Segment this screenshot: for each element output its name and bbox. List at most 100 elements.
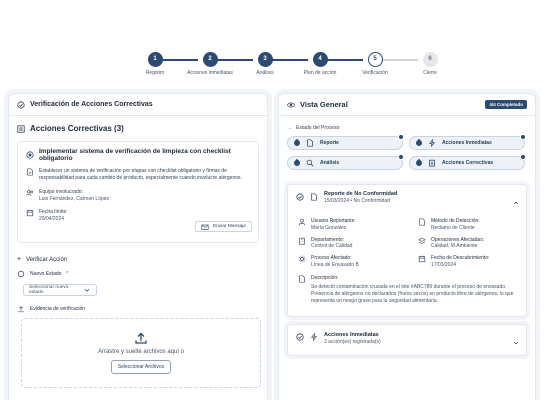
chevron-down-icon: [83, 286, 91, 294]
step-number: 5: [367, 52, 383, 67]
corrective-action-card: Implementar sistema de verificación de l…: [17, 141, 259, 243]
arrow-right-icon: →: [287, 125, 292, 131]
field-label: Fecha de Descubrimiento:: [431, 255, 490, 261]
plus-icon: +: [17, 256, 22, 263]
process-state-label: Estado del Proceso: [296, 125, 340, 131]
field-fecha-descubrimiento: Fecha de Descubrimiento: 17/03/2024: [418, 255, 528, 269]
users-icon: [26, 189, 34, 197]
deadline-label: Fecha límite:: [39, 209, 68, 215]
marker-icon: [292, 158, 302, 168]
new-state-label-row: Nuevo Estado *: [17, 270, 259, 278]
verify-action-title: Verificar Acción: [26, 256, 68, 263]
action-description: Establecer un sistema de verificación po…: [26, 168, 250, 183]
chip-label: Reporte: [320, 140, 339, 146]
chip-analisis[interactable]: Análisis: [287, 154, 404, 170]
evidence-label: Evidencia de verificación: [30, 306, 86, 312]
process-state-label-row: → Estado del Proceso: [287, 125, 527, 131]
field-departamento: Departamento: Control de Calidad: [298, 237, 418, 251]
chip-reporte[interactable]: Reporte: [287, 134, 404, 150]
step-analisis[interactable]: 3 Análisis: [240, 52, 290, 76]
new-state-label: Nuevo Estado: [30, 271, 62, 277]
evidence-label-row: Evidencia de verificación: [17, 305, 259, 313]
field-value: Control de Calidad: [311, 243, 353, 250]
step-number: 6: [422, 52, 438, 67]
field-label: Operaciones Afectadas:: [431, 236, 485, 243]
calendar-icon: [26, 209, 34, 217]
calendar-icon: [418, 255, 426, 263]
mail-icon: [201, 223, 209, 231]
chip-acciones-inmediatas[interactable]: Acciones Inmediatas: [409, 134, 526, 150]
document-icon: [418, 218, 426, 226]
select-placeholder: Seleccionar nuevo estado: [29, 285, 69, 295]
document-icon: [298, 274, 306, 283]
step-number: 2: [202, 52, 218, 67]
target-icon: [26, 151, 34, 159]
field-label: Método de Detección:: [431, 218, 480, 224]
team-label: Equipo involucrado:: [39, 188, 83, 195]
building-icon: [298, 237, 306, 245]
step-number: 1: [147, 52, 163, 67]
field-label: Proceso Afectado:: [311, 255, 352, 261]
send-message-label: Enviar Mensaje: [212, 224, 246, 229]
dropzone-text: Arrastre y suelte archivos aquí o: [97, 349, 185, 355]
chip-label: Acciones Correctivas: [442, 160, 494, 166]
step-acciones-inmediatas[interactable]: 2 Acciones inmediatas: [185, 52, 235, 76]
panel-header: Verificación de Acciones Correctivas: [9, 94, 267, 116]
report-card[interactable]: Reporte de No Conformidad 15/03/2024 • N…: [287, 184, 527, 317]
field-usuario-reportante: Usuario Reportante: María González: [298, 218, 418, 232]
step-cierre[interactable]: 6 Cierre: [405, 52, 455, 76]
document-icon: [310, 193, 318, 201]
select-files-button[interactable]: Seleccionar Archivos: [110, 360, 172, 374]
action-description-text: Establecer un sistema de verificación po…: [39, 168, 242, 182]
step-number: 4: [312, 52, 328, 67]
chip-label: Análisis: [320, 160, 340, 166]
upload-icon: [134, 331, 148, 345]
immediate-actions-card[interactable]: Acciones Inmediatas 3 acción(es) registr…: [287, 324, 527, 356]
report-header: Reporte de No Conformidad 15/03/2024 • N…: [296, 191, 518, 204]
chevron-up-icon[interactable]: [513, 193, 519, 205]
field-label: Usuario Reportante:: [311, 218, 356, 224]
panel-header: Vista General 4/4 Completado: [279, 94, 535, 116]
description-text: Se detectó contaminación cruzada en el l…: [311, 283, 514, 305]
immediate-actions-subtitle: 3 acción(es) registrada(s): [324, 339, 381, 345]
upload-icon: [17, 305, 25, 313]
completion-badge: 4/4 Completado: [485, 100, 527, 109]
search-icon: [306, 159, 314, 167]
required-mark: *: [66, 271, 69, 277]
step-label: Plan de acción: [303, 70, 337, 76]
chip-acciones-correctivas[interactable]: Acciones Correctivas: [409, 154, 526, 170]
clipboard-icon: [428, 159, 436, 167]
step-verificacion[interactable]: 5 Verificación: [350, 52, 400, 76]
action-title: Implementar sistema de verificación de l…: [26, 148, 250, 162]
field-value: María González: [311, 224, 347, 231]
section-title-text: Acciones Correctivas (3): [30, 124, 124, 133]
field-proceso-afectado: Proceso Afectado: Línea de Envasado B: [298, 255, 418, 269]
step-plan-de-accion[interactable]: 4 Plan de acción: [295, 52, 345, 76]
chip-label: Acciones Inmediatas: [442, 140, 492, 146]
process-chips: Reporte Acciones Inmediatas Análisis Acc…: [287, 134, 527, 170]
completed-dot: [520, 154, 526, 160]
panel-title: Vista General: [300, 100, 348, 109]
step-label: Acciones inmediatas: [187, 70, 233, 76]
new-state-select[interactable]: Seleccionar nuevo estado: [23, 284, 97, 296]
send-message-button[interactable]: Enviar Mensaje: [194, 221, 252, 232]
chevron-down-icon[interactable]: [513, 333, 519, 345]
immediate-actions-header: Acciones Inmediatas 3 acción(es) registr…: [296, 331, 518, 345]
completed-dot: [520, 134, 526, 140]
field-value: 17/03/2024: [431, 261, 457, 268]
marker-icon: [414, 158, 424, 168]
lightning-icon: [310, 333, 318, 341]
section-title: Acciones Correctivas (3): [17, 124, 259, 133]
completed-dot: [398, 134, 404, 140]
verify-action-header: + Verificar Acción: [17, 256, 259, 263]
verification-panel: Verificación de Acciones Correctivas Acc…: [8, 93, 268, 400]
field-operaciones-afectadas: Operaciones Afectadas: Calidad, M.Ambient…: [418, 237, 528, 251]
marker-icon: [292, 138, 302, 148]
completed-dot: [398, 154, 404, 160]
check-circle-icon: [296, 333, 304, 341]
deadline-value: 29/04/2024: [39, 216, 65, 223]
report-subtitle: 15/03/2024 • No Conformidad: [324, 198, 390, 204]
file-dropzone[interactable]: Arrastre y suelte archivos aquí o Selecc…: [21, 318, 261, 388]
action-team: Equipo involucrado: Luis Fernández, Carm…: [26, 189, 250, 204]
step-registro[interactable]: 1 Registro: [130, 52, 180, 76]
